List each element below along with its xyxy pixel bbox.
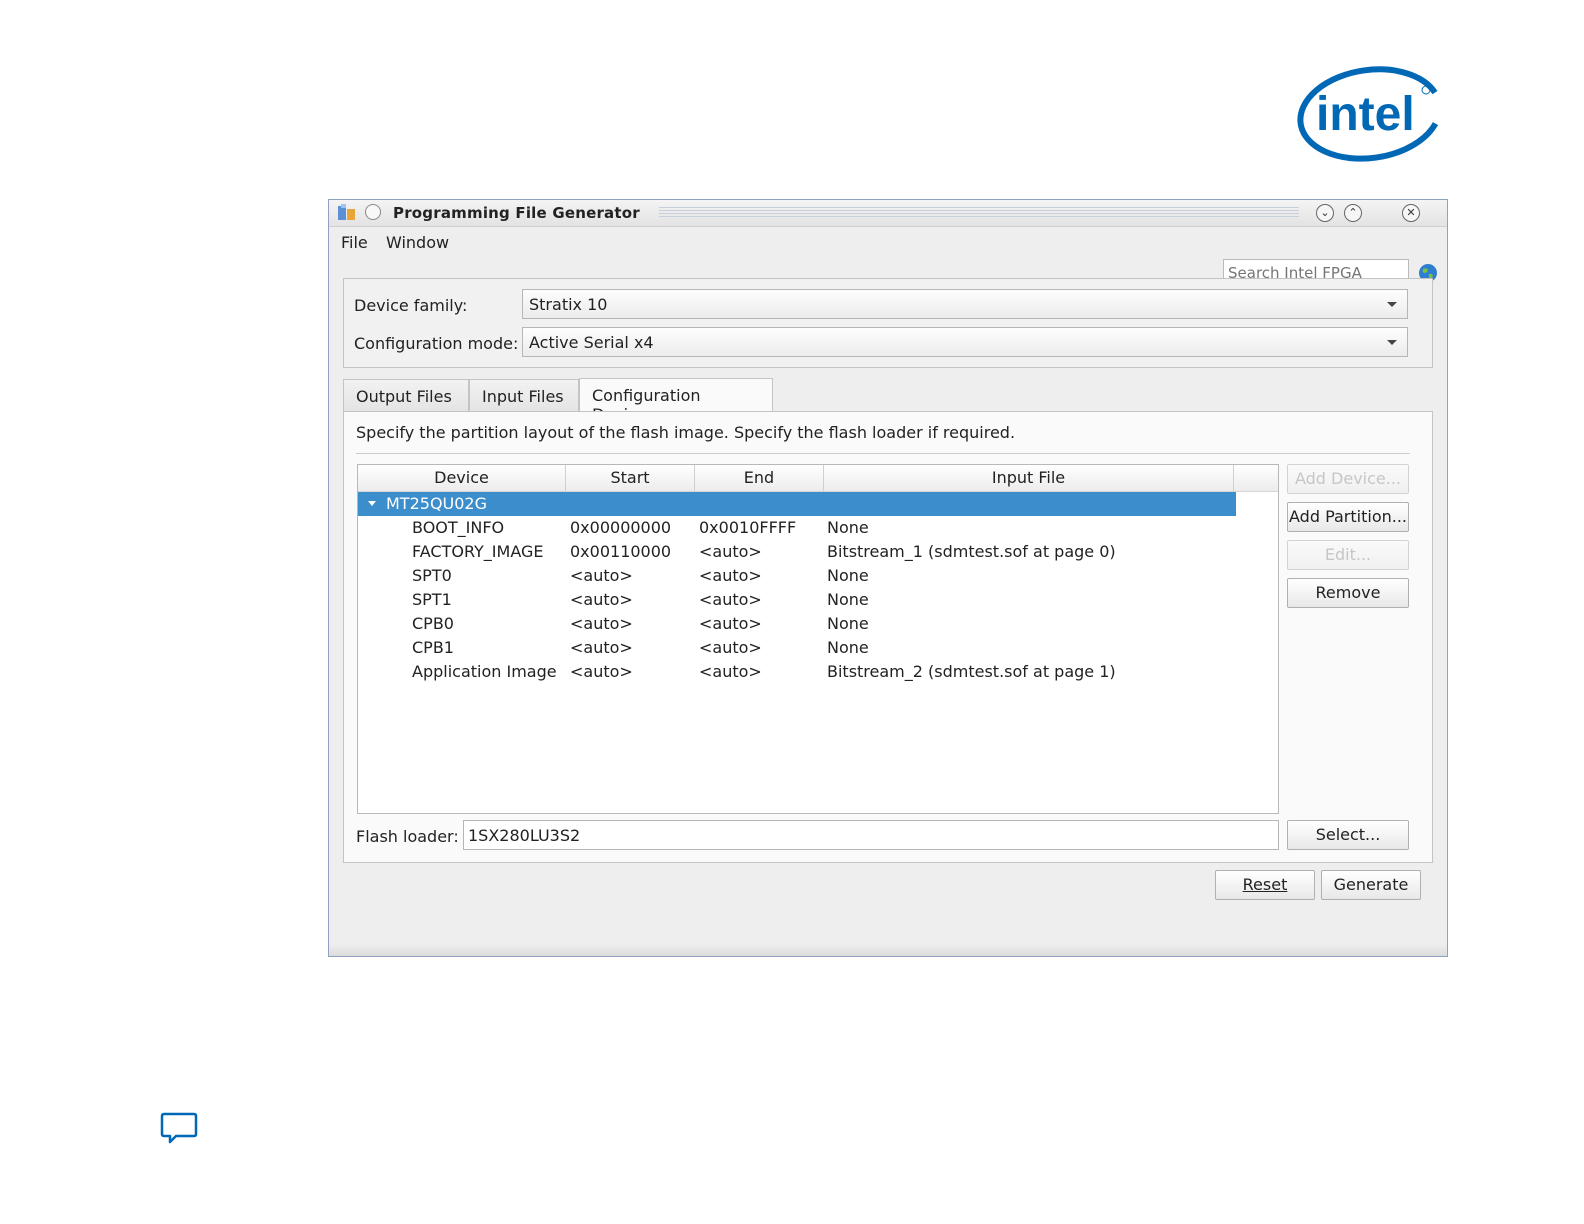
flash-loader-label: Flash loader: — [356, 827, 459, 846]
menu-bar: File Window — [329, 227, 1447, 287]
menu-window[interactable]: Window — [386, 233, 449, 252]
add-partition-button[interactable]: Add Partition... — [1287, 502, 1409, 532]
table-row[interactable]: Application Image <auto> <auto> Bitstrea… — [358, 660, 1278, 684]
title-bar[interactable]: Programming File Generator ⌄ ⌃ ✕ — [329, 200, 1447, 227]
select-flash-loader-button[interactable]: Select... — [1287, 820, 1409, 850]
collapse-arrow-icon[interactable] — [368, 501, 376, 506]
configuration-device-panel: Specify the partition layout of the flas… — [343, 411, 1433, 863]
minimize-icon[interactable]: ⌄ — [1316, 204, 1334, 222]
edit-button[interactable]: Edit... — [1287, 540, 1409, 570]
device-family-label: Device family: — [354, 296, 468, 315]
column-header-end[interactable]: End — [695, 465, 824, 491]
partition-tree[interactable]: Device Start End Input File MT25QU02G BO… — [357, 464, 1279, 814]
generate-button[interactable]: Generate — [1321, 870, 1421, 900]
device-family-select[interactable]: Stratix 10 — [522, 289, 1408, 319]
table-row[interactable]: SPT0 <auto> <auto> None — [358, 564, 1278, 588]
column-header-start[interactable]: Start — [566, 465, 695, 491]
feedback-chat-icon[interactable] — [160, 1110, 198, 1148]
table-row[interactable]: BOOT_INFO 0x00000000 0x0010FFFF None — [358, 516, 1278, 540]
svg-text:intel: intel — [1316, 88, 1415, 141]
close-icon[interactable]: ✕ — [1402, 204, 1420, 222]
table-row[interactable]: CPB0 <auto> <auto> None — [358, 612, 1278, 636]
reset-button[interactable]: Reset — [1215, 870, 1315, 900]
add-device-button[interactable]: Add Device... — [1287, 464, 1409, 494]
programming-file-generator-window: Programming File Generator ⌄ ⌃ ✕ File Wi… — [328, 199, 1448, 957]
configuration-mode-label: Configuration mode: — [354, 334, 519, 353]
tree-row-device[interactable]: MT25QU02G — [358, 492, 1236, 516]
device-settings-group: Device family: Stratix 10 Configuration … — [343, 278, 1433, 368]
table-row[interactable]: FACTORY_IMAGE 0x00110000 <auto> Bitstrea… — [358, 540, 1278, 564]
divider — [356, 453, 1410, 454]
status-bar — [329, 944, 1447, 956]
maximize-icon[interactable]: ⌃ — [1344, 204, 1362, 222]
tab-input-files[interactable]: Input Files — [469, 379, 579, 411]
tab-configuration-device[interactable]: Configuration Device — [579, 378, 773, 424]
window-title: Programming File Generator — [393, 204, 640, 222]
table-row[interactable]: CPB1 <auto> <auto> None — [358, 636, 1278, 660]
dropdown-arrow-icon — [1387, 302, 1397, 307]
pin-icon[interactable] — [365, 204, 381, 220]
tab-output-files[interactable]: Output Files — [343, 379, 469, 411]
remove-button[interactable]: Remove — [1287, 578, 1409, 608]
configuration-mode-select[interactable]: Active Serial x4 — [522, 327, 1408, 357]
tree-header: Device Start End Input File — [358, 465, 1278, 492]
menu-file[interactable]: File — [341, 233, 368, 252]
intel-logo: intel — [1297, 66, 1443, 162]
flash-loader-field[interactable]: 1SX280LU3S2 — [463, 820, 1279, 850]
column-header-input-file[interactable]: Input File — [824, 465, 1234, 491]
panel-description: Specify the partition layout of the flas… — [356, 423, 1016, 442]
title-grip — [659, 207, 1299, 219]
column-header-device[interactable]: Device — [358, 465, 566, 491]
table-row[interactable]: SPT1 <auto> <auto> None — [358, 588, 1278, 612]
dropdown-arrow-icon — [1387, 340, 1397, 345]
app-icon — [338, 204, 355, 220]
